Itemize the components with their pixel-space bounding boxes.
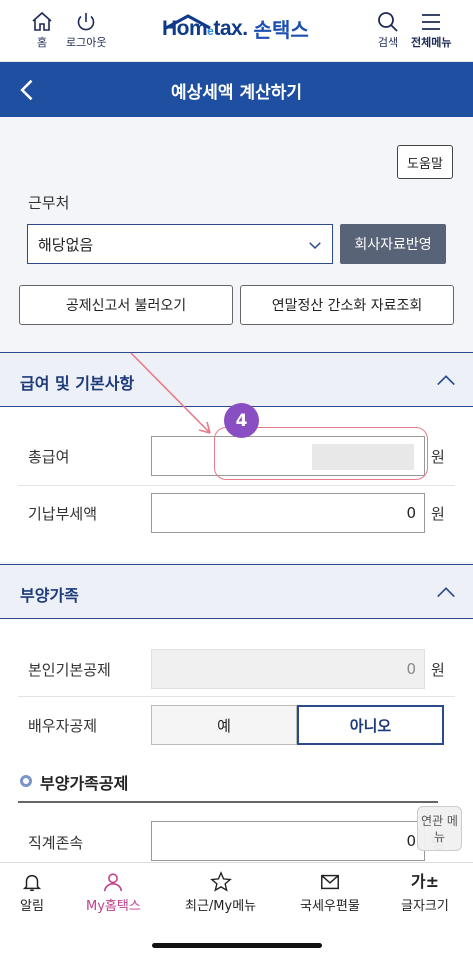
help-button[interactable]: 도움말 bbox=[397, 145, 453, 179]
nav-recent[interactable]: 최근/My메뉴 bbox=[185, 871, 256, 914]
page-title: 예상세액 계산하기 bbox=[170, 83, 303, 103]
workplace-select[interactable]: 해당없음 bbox=[27, 224, 333, 264]
logout-label: 로그아웃 bbox=[66, 36, 107, 49]
salary-section-title: 급여 및 기본사항 bbox=[20, 374, 135, 393]
nav-font-size-label: 글자크기 bbox=[401, 899, 449, 914]
nav-mailbox[interactable]: 국세우편물 bbox=[300, 871, 360, 914]
spouse-no-button[interactable]: 아니오 bbox=[297, 705, 444, 745]
search-button[interactable]: 검색 bbox=[376, 10, 400, 49]
logout-button[interactable]: 로그아웃 bbox=[66, 10, 106, 49]
nav-my-hometax[interactable]: My홈택스 bbox=[86, 871, 141, 914]
company-data-button[interactable]: 회사자료반영 bbox=[340, 224, 446, 264]
mail-icon bbox=[320, 874, 339, 890]
spouse-toggle-group: 예 아니오 bbox=[151, 705, 444, 745]
font-size-icon: 가± bbox=[410, 872, 439, 891]
home-label: 홈 bbox=[36, 36, 48, 49]
prepaid-tax-label: 기납부세액 bbox=[28, 505, 98, 523]
search-icon bbox=[378, 12, 398, 32]
top-header: 홈 로그아웃 Hometax. 손택스 검색 전체메뉴 bbox=[0, 0, 473, 62]
search-label: 검색 bbox=[377, 36, 399, 49]
self-deduction-unit: 원 bbox=[431, 661, 445, 679]
workplace-value: 해당없음 bbox=[38, 235, 94, 254]
related-menu-button[interactable]: 연관 메뉴 bbox=[417, 806, 462, 851]
star-icon bbox=[209, 871, 232, 892]
bullet-icon bbox=[20, 775, 32, 787]
prepaid-tax-input[interactable]: 0 bbox=[151, 493, 425, 533]
annotation-badge: 4 bbox=[224, 403, 259, 438]
total-salary-label: 총급여 bbox=[28, 448, 70, 466]
dependents-section-body: 본인기본공제 0 원 배우자공제 예 아니오 부양가족공제 직계존속 0 명 bbox=[0, 619, 473, 862]
main-content: 도움말 근무처 해당없음 회사자료반영 공제신고서 불러오기 연말정산 간소화 … bbox=[0, 117, 473, 862]
bottom-nav: 알림 My홈택스 최근/My메뉴 국세우편물 가± 글자크기 bbox=[0, 862, 473, 918]
dependents-sub-title: 부양가족공제 bbox=[40, 774, 129, 793]
workplace-label: 근무처 bbox=[28, 194, 70, 212]
hamburger-icon bbox=[422, 14, 441, 30]
logo-house-icon bbox=[165, 14, 211, 30]
logo-son: 손택스 bbox=[253, 18, 309, 42]
nav-recent-label: 최근/My메뉴 bbox=[185, 899, 257, 914]
sub-title-underline bbox=[18, 801, 438, 803]
power-icon bbox=[77, 13, 95, 31]
spouse-deduction-label: 배우자공제 bbox=[28, 717, 98, 735]
dependents-section-header[interactable]: 부양가족 bbox=[0, 564, 473, 619]
row-divider bbox=[18, 485, 455, 486]
full-menu-button[interactable]: 전체메뉴 bbox=[411, 10, 451, 49]
lineal-ascendant-input[interactable]: 0 bbox=[151, 821, 425, 861]
row-divider bbox=[18, 696, 455, 697]
lineal-ascendant-label: 직계존속 bbox=[28, 834, 84, 852]
home-button[interactable]: 홈 bbox=[30, 10, 54, 49]
self-deduction-input: 0 bbox=[151, 649, 425, 689]
home-icon bbox=[32, 11, 52, 31]
bell-icon bbox=[22, 874, 42, 891]
total-salary-unit: 원 bbox=[431, 448, 445, 466]
nav-my-hometax-label: My홈택스 bbox=[86, 899, 141, 914]
chevron-up-icon[interactable] bbox=[435, 581, 457, 603]
nav-font-size[interactable]: 가± 글자크기 bbox=[401, 871, 449, 914]
chevron-up-icon[interactable] bbox=[435, 369, 457, 391]
dependents-section-title: 부양가족 bbox=[20, 586, 79, 605]
prepaid-tax-unit: 원 bbox=[431, 505, 445, 523]
full-menu-label: 전체메뉴 bbox=[411, 36, 452, 49]
nav-alarm[interactable]: 알림 bbox=[20, 871, 44, 914]
nav-mailbox-label: 국세우편물 bbox=[300, 899, 360, 914]
person-icon bbox=[104, 873, 123, 892]
chevron-down-icon bbox=[309, 242, 321, 250]
salary-section-header[interactable]: 급여 및 기본사항 bbox=[0, 352, 473, 407]
nav-alarm-label: 알림 bbox=[20, 899, 44, 914]
load-deduction-button[interactable]: 공제신고서 불러오기 bbox=[19, 285, 233, 325]
simplified-lookup-button[interactable]: 연말정산 간소화 자료조회 bbox=[240, 285, 454, 325]
home-indicator bbox=[152, 943, 322, 948]
spouse-yes-button[interactable]: 예 bbox=[151, 705, 297, 745]
self-deduction-label: 본인기본공제 bbox=[28, 661, 111, 679]
title-bar: 예상세액 계산하기 bbox=[0, 62, 473, 117]
logo-tax: tax. bbox=[213, 16, 248, 40]
